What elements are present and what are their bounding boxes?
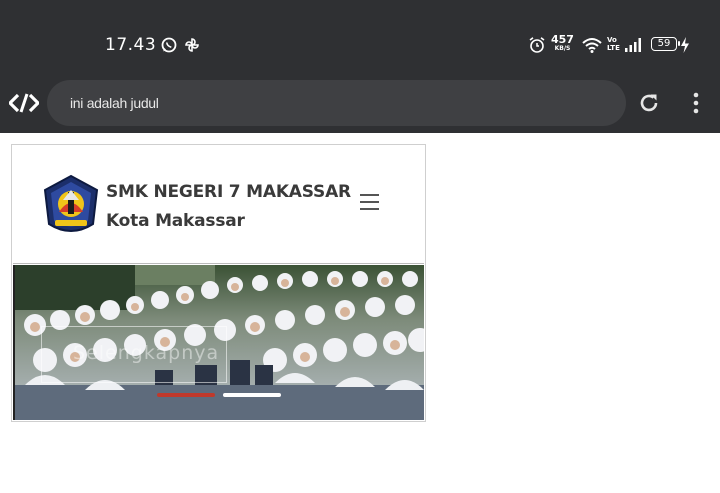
status-bar: 17.43 457 KB/S Vo LTE 59 <box>0 0 720 78</box>
battery-level: 59 <box>657 38 671 49</box>
battery-icon: 59 <box>651 37 680 51</box>
school-logo[interactable] <box>41 174 101 238</box>
browser-logo-icon[interactable] <box>9 92 39 114</box>
slider-indicator-2[interactable] <box>223 393 281 397</box>
web-page: SMK NEGERI 7 MAKASSAR Kota Makassar Sele… <box>0 133 720 493</box>
reload-icon[interactable] <box>637 91 661 115</box>
site-header: SMK NEGERI 7 MAKASSAR Kota Makassar <box>13 146 424 264</box>
network-speed: 457 KB/S <box>551 34 574 52</box>
site-frame: SMK NEGERI 7 MAKASSAR Kota Makassar Sele… <box>11 144 426 422</box>
status-time: 17.43 <box>105 35 157 55</box>
browser-toolbar: ini adalah judul <box>0 78 720 133</box>
volte-line-1: Vo <box>607 36 617 44</box>
pinwheel-icon <box>185 38 199 52</box>
charging-icon <box>681 37 689 53</box>
volte-indicator: Vo LTE <box>607 36 620 52</box>
volte-line-2: LTE <box>607 44 620 52</box>
whatsapp-icon <box>161 37 177 53</box>
url-bar[interactable]: ini adalah judul <box>47 80 626 126</box>
hamburger-menu-icon[interactable] <box>360 194 380 212</box>
overflow-menu-icon[interactable] <box>690 91 702 115</box>
hero-slider[interactable]: Selengkapnya <box>13 265 424 420</box>
wifi-icon <box>582 38 602 53</box>
slider-indicator-1[interactable] <box>157 393 215 397</box>
alarm-icon <box>529 37 545 53</box>
school-city: Kota Makassar <box>106 211 245 231</box>
hero-caption[interactable]: Selengkapnya <box>73 342 219 364</box>
url-text[interactable]: ini adalah judul <box>70 95 159 111</box>
school-name: SMK NEGERI 7 MAKASSAR <box>106 182 351 202</box>
network-speed-unit: KB/S <box>554 45 571 52</box>
signal-icon <box>625 38 641 52</box>
